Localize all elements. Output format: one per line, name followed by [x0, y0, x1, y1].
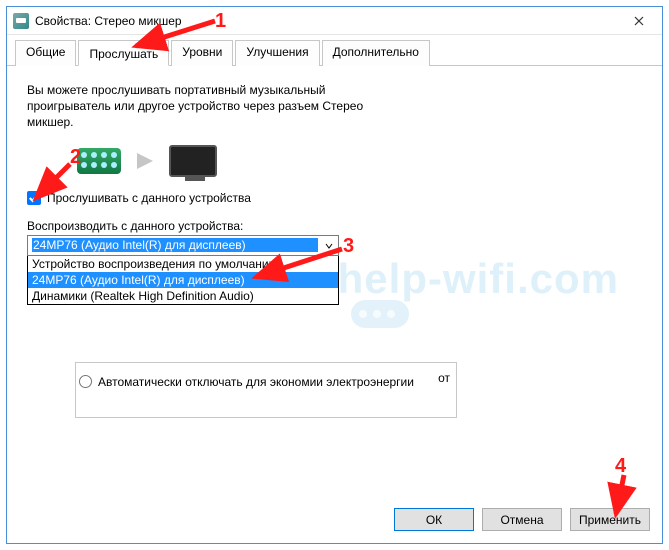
properties-dialog: Свойства: Стерео микшер Общие Прослушать…: [6, 6, 663, 544]
tabstrip: Общие Прослушать Уровни Улучшения Дополн…: [7, 35, 662, 66]
tab-label: Дополнительно: [333, 45, 419, 59]
tab-general[interactable]: Общие: [15, 40, 76, 66]
button-label: ОК: [426, 513, 442, 527]
tab-levels[interactable]: Уровни: [171, 40, 233, 66]
playback-dropdown[interactable]: 24MP76 (Аудио Intel(R) для дисплеев) Уст…: [27, 235, 339, 305]
tab-label: Уровни: [182, 45, 222, 59]
listen-checkbox-label: Прослушивать с данного устройства: [47, 191, 251, 205]
dialog-buttons: ОК Отмена Применить: [394, 508, 650, 531]
power-panel: от: [75, 362, 457, 418]
tab-enhancements[interactable]: Улучшения: [235, 40, 319, 66]
listen-checkbox-row[interactable]: Прослушивать с данного устройства: [27, 191, 642, 205]
cancel-button[interactable]: Отмена: [482, 508, 562, 531]
intro-text: Вы можете прослушивать портативный музык…: [27, 82, 407, 131]
dropdown-option[interactable]: Динамики (Realtek High Definition Audio): [28, 288, 338, 304]
arrow-right-icon: [137, 153, 153, 169]
close-icon: [634, 16, 644, 26]
titlebar: Свойства: Стерео микшер: [7, 7, 662, 35]
playback-label: Воспроизводить с данного устройства:: [27, 219, 642, 233]
button-label: Отмена: [500, 513, 543, 527]
monitor-icon: [169, 145, 217, 177]
tab-label: Общие: [26, 45, 65, 59]
apply-button[interactable]: Применить: [570, 508, 650, 531]
window-title: Свойства: Стерео микшер: [35, 14, 616, 28]
dropdown-selected-text: 24MP76 (Аудио Intel(R) для дисплеев): [32, 238, 318, 252]
tab-content: Вы можете прослушивать портативный музык…: [7, 66, 662, 397]
dropdown-list: Устройство воспроизведения по умолчанию …: [27, 256, 339, 305]
soundcard-icon: [77, 148, 121, 174]
tab-listen[interactable]: Прослушать: [78, 40, 169, 66]
tab-label: Улучшения: [246, 45, 308, 59]
button-label: Применить: [579, 513, 641, 527]
panel-fragment-text: от: [438, 371, 450, 385]
dropdown-selected[interactable]: 24MP76 (Аудио Intel(R) для дисплеев): [27, 235, 339, 256]
close-button[interactable]: [616, 7, 662, 35]
dropdown-option[interactable]: Устройство воспроизведения по умолчанию: [28, 256, 338, 272]
dropdown-option[interactable]: 24MP76 (Аудио Intel(R) для дисплеев): [28, 272, 338, 288]
device-graphic: [77, 145, 642, 177]
tab-label: Прослушать: [89, 47, 158, 61]
chevron-down-icon[interactable]: [322, 239, 336, 253]
sound-properties-icon: [13, 13, 29, 29]
listen-checkbox[interactable]: [27, 191, 41, 205]
ok-button[interactable]: ОК: [394, 508, 474, 531]
tab-advanced[interactable]: Дополнительно: [322, 40, 430, 66]
